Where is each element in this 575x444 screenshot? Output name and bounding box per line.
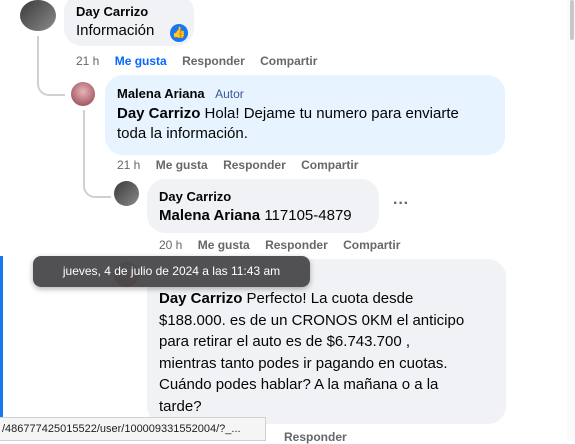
- scrollbar[interactable]: [567, 0, 575, 441]
- more-options-icon[interactable]: ···: [391, 196, 411, 213]
- reply-button[interactable]: Responder: [223, 158, 286, 172]
- comment-author[interactable]: Day Carrizo: [159, 189, 231, 204]
- comment-meta: 20 h Me gusta Responder Compartir: [159, 238, 412, 252]
- comment-author[interactable]: Day Carrizo: [76, 4, 148, 19]
- comment-text: Información: [76, 22, 155, 39]
- thread-line-blue: [0, 256, 3, 421]
- thread-connector-2: [83, 170, 111, 198]
- reply-button[interactable]: Responder: [284, 430, 347, 444]
- comment-author[interactable]: Malena Ariana: [117, 86, 205, 101]
- reply-button[interactable]: Responder: [265, 238, 328, 252]
- comment-bubble-author: Malena Ariana Autor Day Carrizo Hola! De…: [105, 75, 505, 155]
- share-button[interactable]: Compartir: [260, 54, 317, 68]
- comment-bubble: Day Carrizo Información 👍: [64, 0, 194, 46]
- like-reaction-icon[interactable]: 👍: [170, 24, 188, 42]
- comment-bubble: Day Carrizo Malena Ariana 117105-4879: [147, 179, 379, 233]
- mention-link[interactable]: Day Carrizo: [159, 290, 242, 307]
- like-button[interactable]: Me gusta: [115, 54, 167, 68]
- comment-time[interactable]: 20 h: [159, 238, 182, 252]
- comment-text: Malena Ariana 117105-4879: [159, 207, 352, 224]
- timestamp-tooltip: jueves, 4 de julio de 2024 a las 11:43 a…: [33, 256, 310, 287]
- avatar-day-carrizo[interactable]: [114, 181, 139, 206]
- browser-status-bar: /486777425015522/user/100009331552004/?_…: [0, 417, 266, 441]
- comment-meta: Responder: [284, 430, 359, 444]
- mention-link[interactable]: Malena Ariana: [159, 207, 260, 224]
- comment-time[interactable]: 21 h: [117, 158, 140, 172]
- avatar-malena-ariana[interactable]: [71, 82, 95, 106]
- reply-button[interactable]: Responder: [182, 54, 245, 68]
- thread-connector: [37, 68, 65, 96]
- comment-text: Day Carrizo Hola! Dejame tu numero para …: [117, 105, 459, 142]
- share-button[interactable]: Compartir: [343, 238, 400, 252]
- mention-link[interactable]: Day Carrizo: [117, 105, 200, 122]
- like-button[interactable]: Me gusta: [198, 238, 250, 252]
- comment-header: Malena Ariana Autor: [117, 85, 244, 103]
- comment-meta: 21 h Me gusta Responder Compartir: [76, 54, 329, 68]
- like-button[interactable]: Me gusta: [156, 158, 208, 172]
- scrollbar-thumb[interactable]: [570, 0, 574, 40]
- author-badge: Autor: [215, 87, 244, 101]
- avatar-day-carrizo[interactable]: [20, 0, 56, 31]
- share-button[interactable]: Compartir: [301, 158, 358, 172]
- comment-time[interactable]: 21 h: [76, 54, 99, 68]
- comment-text: Day Carrizo Perfecto! La cuota desde $18…: [159, 290, 465, 415]
- comment-meta: 21 h Me gusta Responder Compartir: [117, 158, 370, 172]
